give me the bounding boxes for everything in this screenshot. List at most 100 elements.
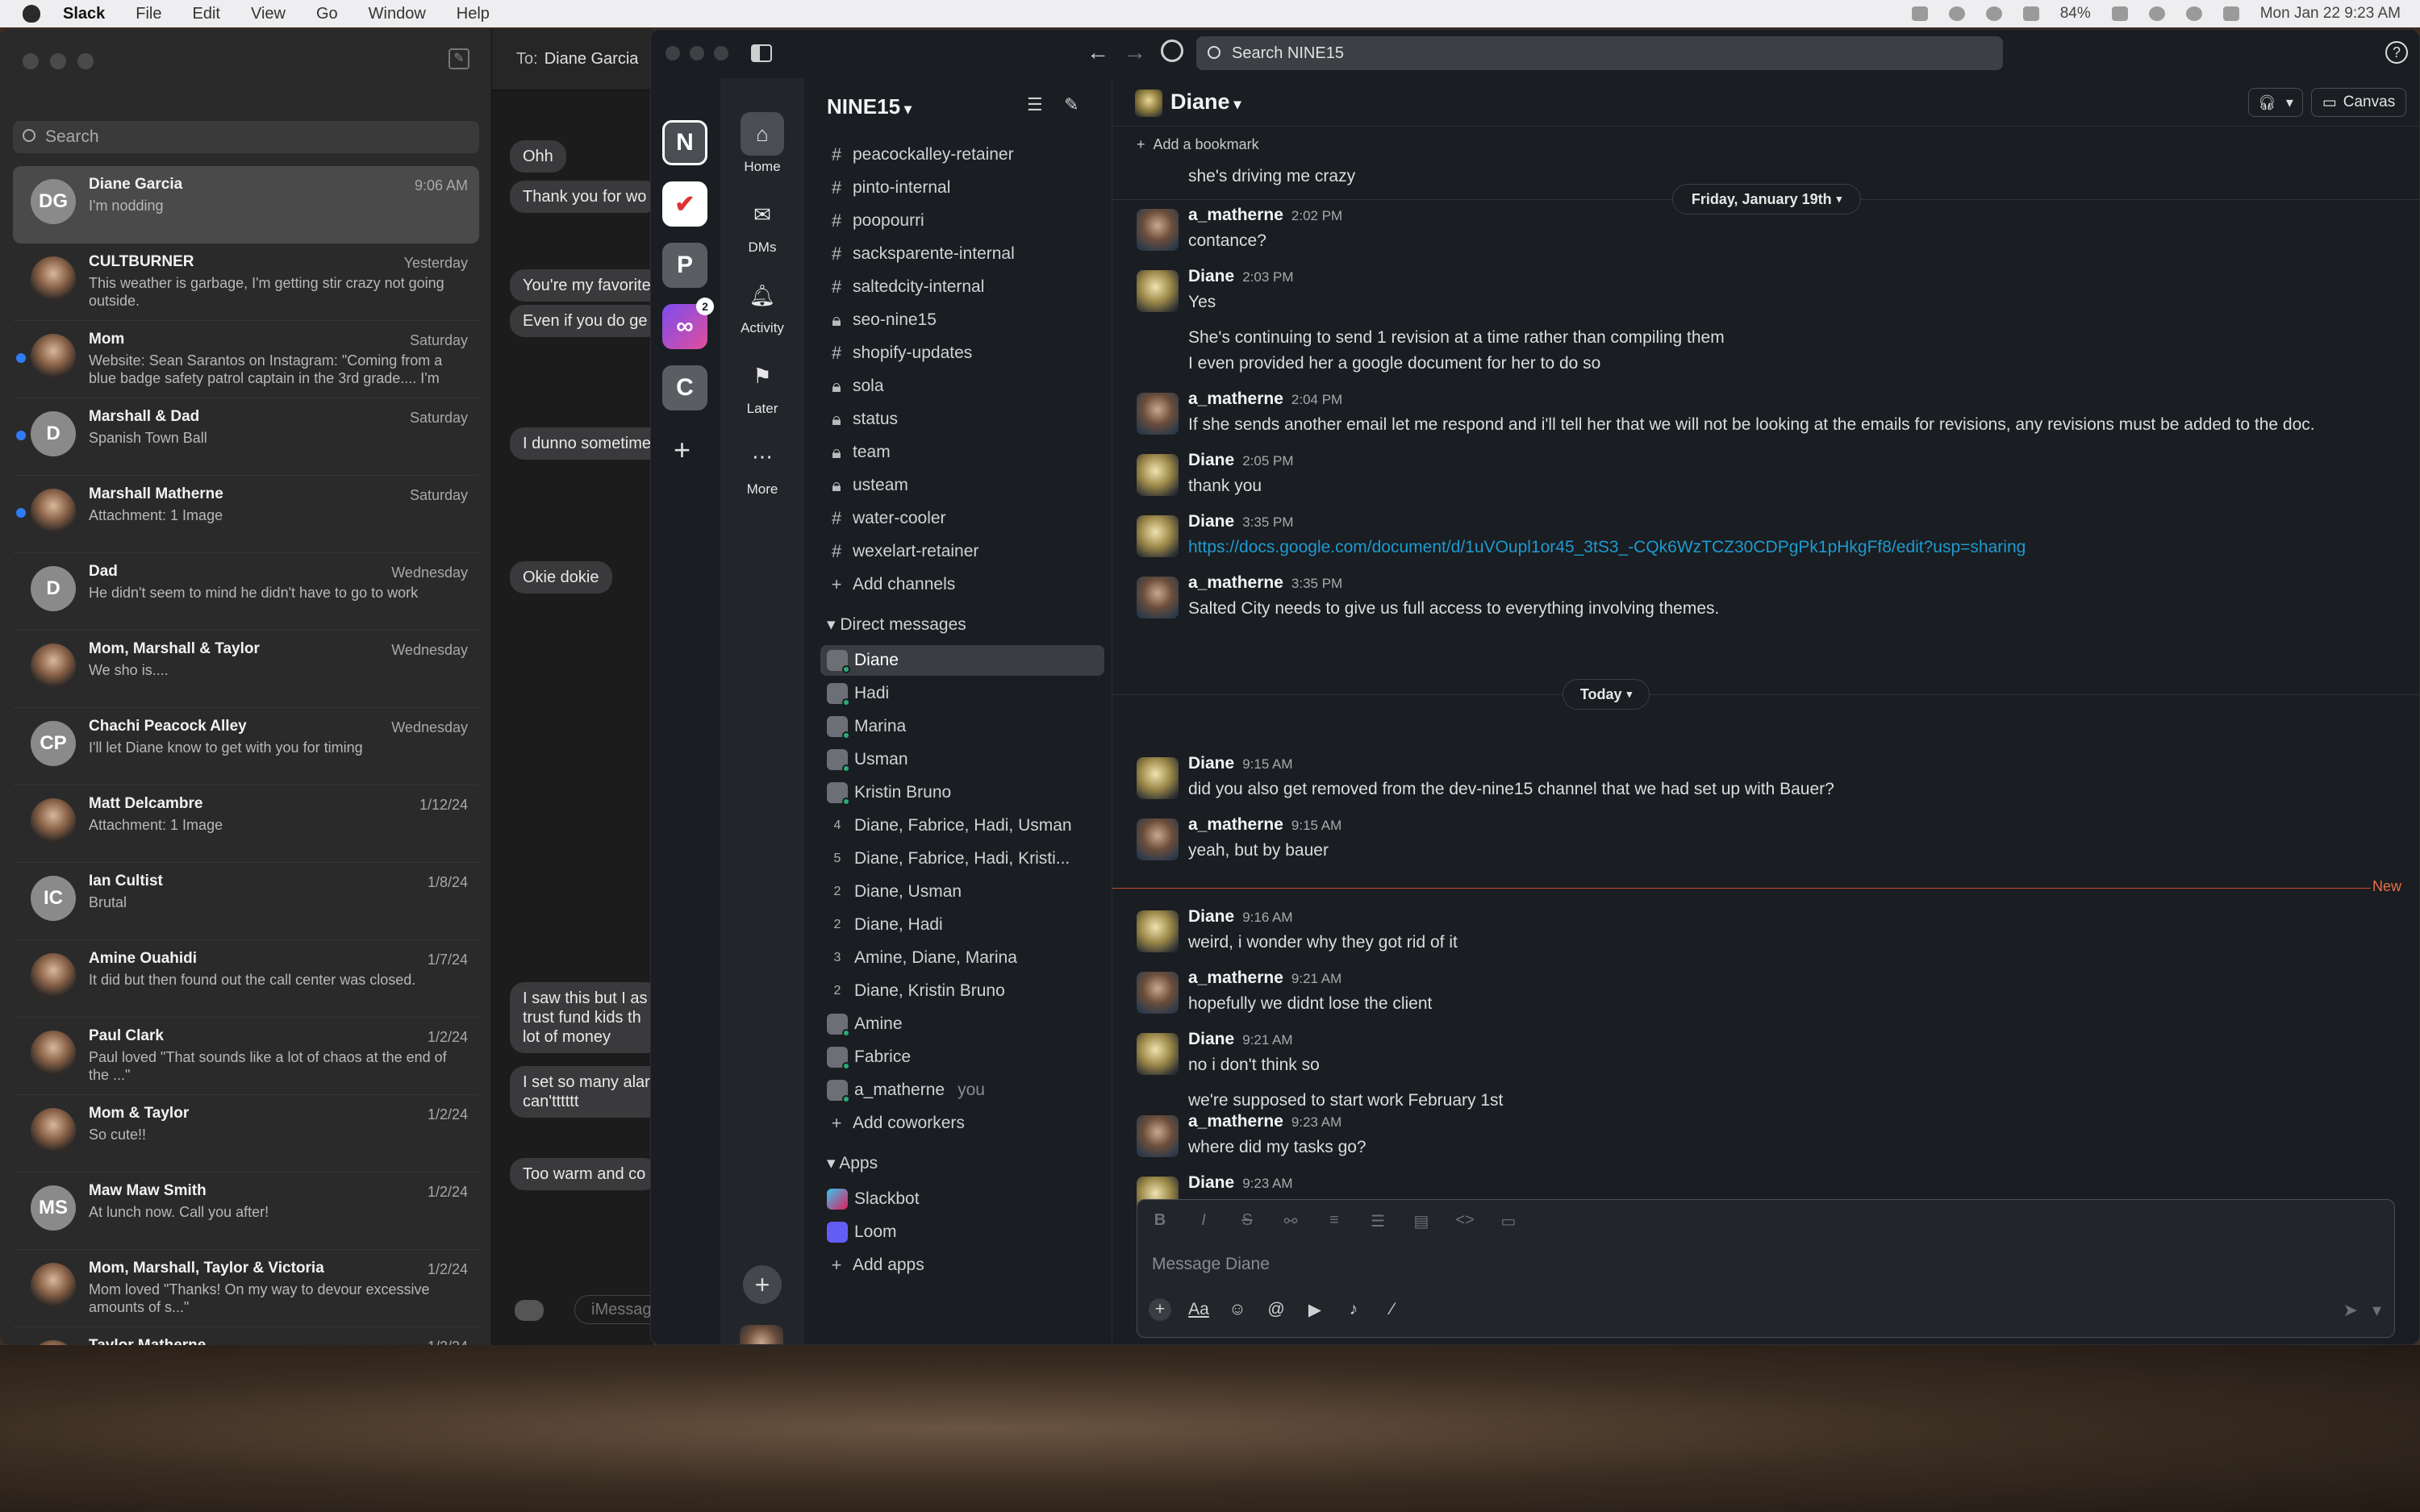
message-time[interactable]: 3:35 PM (1291, 576, 1342, 591)
conversation-row[interactable]: Matt Delcambre 1/12/24 Attachment: 1 Image (13, 785, 479, 863)
add-workspace-icon[interactable]: + (674, 433, 691, 467)
compose-icon[interactable]: ✎ (449, 48, 469, 69)
dm-item[interactable]: Usman (820, 744, 1104, 775)
chevron-down-icon[interactable]: ▾ (2372, 1300, 2381, 1321)
channel-item[interactable]: 🔒︎ status (820, 404, 1104, 435)
link-icon[interactable]: ⚯ (1281, 1211, 1300, 1231)
channel-item[interactable]: 🔒︎ seo-nine15 (820, 305, 1104, 335)
channel-item[interactable]: 🔒︎ sola (820, 371, 1104, 402)
channel-item[interactable]: # shopify-updates (820, 338, 1104, 369)
blockquote-icon[interactable]: ▤ (1412, 1211, 1431, 1231)
dm-item[interactable]: 2 Diane, Usman (820, 877, 1104, 907)
conversation-row[interactable]: Taylor Matherne1/2/24❤️ thank you! (13, 1327, 479, 1345)
minimize-icon[interactable] (690, 46, 704, 60)
app-item[interactable]: Slackbot (820, 1184, 1104, 1214)
bold-icon[interactable]: B (1150, 1211, 1170, 1231)
bluetooth-icon[interactable] (2022, 6, 2039, 21)
message-time[interactable]: 2:05 PM (1242, 453, 1293, 469)
menu-app-name[interactable]: Slack (63, 5, 105, 23)
message-author[interactable]: Diane 3:35 PM (1188, 512, 1294, 531)
section-apps[interactable]: Apps (827, 1153, 878, 1173)
bulleted-list-icon[interactable]: ☰ (1368, 1211, 1387, 1231)
conversation-row[interactable]: Amine Ouahidi 1/7/24 It did but then found… (13, 940, 479, 1018)
message-composer[interactable]: B I S ⚯ ≡ ☰ ▤ <> ▭ Message Diane + Aa ☺ … (1137, 1199, 2395, 1338)
author-avatar[interactable] (1137, 972, 1179, 1014)
date-pill-friday[interactable]: Friday, January 19th (1672, 184, 1861, 215)
conversation-row[interactable]: Marshall Matherne Saturday Attachment: 1 I… (13, 476, 479, 553)
canvas-button[interactable]: ▭ Canvas (2311, 88, 2406, 117)
nav-later[interactable]: ⚑ Later (720, 354, 804, 417)
channel-item[interactable]: # sacksparente-internal (820, 239, 1104, 269)
app-item[interactable]: Loom (820, 1217, 1104, 1248)
message-time[interactable]: 2:02 PM (1291, 208, 1342, 223)
conversation-row[interactable]: IC Ian Cultist 1/8/24 Brutal (13, 863, 479, 940)
menu-go[interactable]: Go (316, 5, 338, 23)
author-avatar[interactable] (1137, 1115, 1179, 1157)
dm-item[interactable]: 5 Diane, Fabrice, Hadi, Kristi... (820, 843, 1104, 874)
minimize-icon[interactable] (50, 53, 66, 69)
conversation-row[interactable]: DG Diane Garcia 9:06 AM I'm nodding (13, 166, 479, 244)
conversation-row[interactable]: Paul Clark 1/2/24 Paul loved "That sounds … (13, 1018, 479, 1095)
message-time[interactable]: 2:04 PM (1291, 392, 1342, 407)
author-avatar[interactable] (1137, 818, 1179, 860)
add-coworkers-button[interactable]: + Add coworkers (820, 1108, 1104, 1139)
message-author[interactable]: Diane 2:03 PM (1188, 267, 1294, 286)
dm-item[interactable]: Marina (820, 711, 1104, 742)
sidebar-toggle-icon[interactable] (751, 44, 772, 62)
dm-item[interactable]: Hadi (820, 678, 1104, 709)
video-icon[interactable]: ▶ (1304, 1298, 1326, 1321)
workspace-nine15[interactable]: N (662, 120, 707, 165)
author-avatar[interactable] (1137, 454, 1179, 496)
dm-item[interactable]: a_matherne you (820, 1075, 1104, 1106)
dm-item[interactable]: 2 Diane, Kristin Bruno (820, 976, 1104, 1006)
menu-clock[interactable]: Mon Jan 22 9:23 AM (2260, 5, 2401, 23)
author-avatar[interactable] (1137, 1033, 1179, 1075)
workspace-tasks[interactable]: ✔ (662, 181, 707, 227)
code-block-icon[interactable]: ▭ (1499, 1211, 1518, 1231)
workspace-infinity[interactable]: ∞ 2 (662, 298, 714, 349)
nav-dms[interactable]: ✉ DMs (720, 193, 804, 256)
workspace-name[interactable]: NINE15 (827, 94, 912, 119)
message-time[interactable]: 9:15 AM (1291, 818, 1341, 833)
filter-icon[interactable]: ☰ (1027, 94, 1043, 115)
conversation-row[interactable]: MS Maw Maw Smith 1/2/24 At lunch now. Call … (13, 1173, 479, 1250)
conversation-row[interactable]: D Marshall & Dad Saturday Spanish Town Ball (13, 398, 479, 476)
message-author[interactable]: a_matherne 9:23 AM (1188, 1112, 1341, 1131)
section-direct-messages[interactable]: Direct messages (827, 614, 966, 635)
message-time[interactable]: 9:15 AM (1242, 756, 1292, 772)
wifi-icon[interactable] (2148, 6, 2165, 21)
plus-icon[interactable]: + (1149, 1298, 1171, 1321)
dm-item[interactable]: 4 Diane, Fabrice, Hadi, Usman (820, 810, 1104, 841)
italic-icon[interactable]: I (1194, 1211, 1213, 1231)
workspace-p[interactable]: P (662, 243, 707, 288)
menu-help[interactable]: Help (457, 5, 490, 23)
add-bookmark-button[interactable]: + Add a bookmark (1137, 130, 1259, 159)
message-author[interactable]: Diane 2:05 PM (1188, 451, 1294, 470)
channel-item[interactable]: # wexelart-retainer (820, 536, 1104, 567)
menu-window[interactable]: Window (369, 5, 426, 23)
message-time[interactable]: 9:23 AM (1291, 1114, 1341, 1130)
emoji-icon[interactable]: ☺ (1226, 1298, 1249, 1321)
author-avatar[interactable] (1137, 577, 1179, 619)
ordered-list-icon[interactable]: ≡ (1325, 1211, 1344, 1231)
channel-item[interactable]: # water-cooler (820, 503, 1104, 534)
message-time[interactable]: 2:03 PM (1242, 269, 1293, 285)
conversation-row[interactable]: Mom Saturday Website: Sean Sarantos on Ins… (13, 321, 479, 398)
status-menu-icon[interactable] (1911, 6, 1928, 21)
date-pill-today[interactable]: Today (1563, 679, 1650, 710)
battery-percent[interactable]: 84% (2060, 5, 2091, 23)
message-author[interactable]: Diane 9:23 AM (1188, 1173, 1293, 1193)
message-time[interactable]: 9:21 AM (1291, 971, 1341, 986)
dm-item[interactable]: 2 Diane, Hadi (820, 910, 1104, 940)
message-author[interactable]: Diane 9:15 AM (1188, 754, 1293, 773)
imessage-input[interactable]: iMessage (574, 1295, 653, 1324)
menu-edit[interactable]: Edit (193, 5, 220, 23)
menu-file[interactable]: File (136, 5, 161, 23)
conversation-row[interactable]: D Dad Wednesday He didn't seem to mind he d… (13, 553, 479, 631)
conversation-row[interactable]: Mom & Taylor 1/2/24 So cute!! (13, 1095, 479, 1173)
message-input[interactable]: Message Diane (1152, 1255, 1270, 1274)
code-icon[interactable]: <> (1455, 1211, 1475, 1231)
message-author[interactable]: a_matherne 2:02 PM (1188, 206, 1342, 225)
dm-item[interactable]: Diane (820, 645, 1104, 676)
huddle-button[interactable]: 🎧︎ ▾ (2248, 88, 2303, 117)
